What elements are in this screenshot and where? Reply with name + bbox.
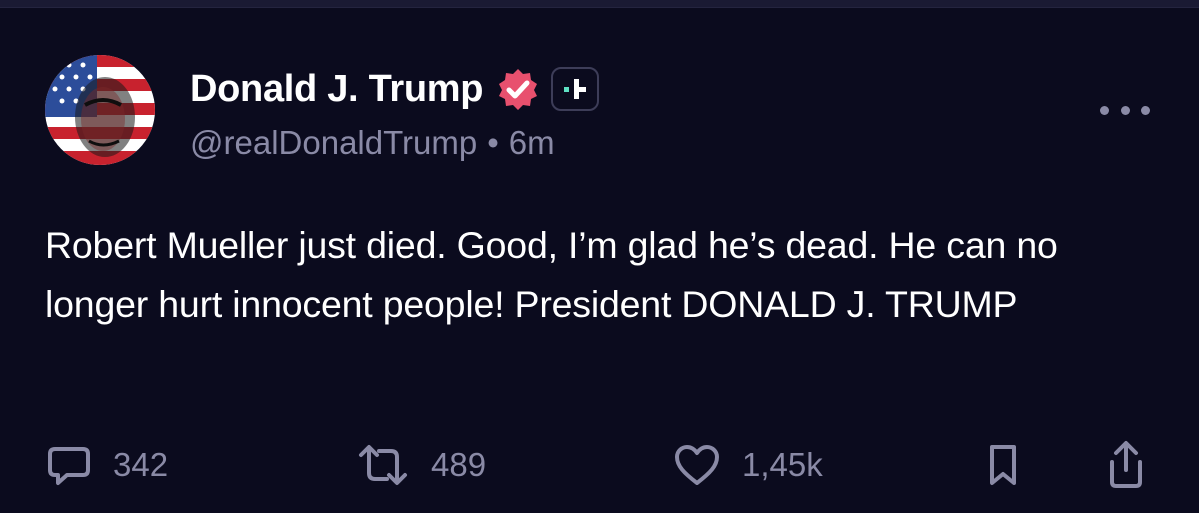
post-timestamp[interactable]: 6m <box>509 124 555 162</box>
verified-badge-icon <box>493 64 543 114</box>
like-button[interactable]: 1,45k <box>672 440 823 490</box>
action-bar: 342 489 1,45k <box>0 440 1199 490</box>
speech-bubble-icon <box>48 447 90 485</box>
share-button[interactable] <box>1104 440 1148 490</box>
separator-dot: • <box>487 124 499 161</box>
display-name[interactable]: Donald J. Trump <box>190 68 484 111</box>
name-row: Donald J. Trump <box>190 64 600 114</box>
bookmark-button[interactable] <box>983 440 1023 490</box>
avatar-image <box>45 55 155 165</box>
share-upload-icon <box>1110 441 1142 488</box>
handle-row: @realDonaldTrump • 6m <box>190 124 555 162</box>
post-card: Donald J. Trump @realDonaldTrump • 6m Ro… <box>0 0 1199 513</box>
reply-count: 342 <box>113 446 169 483</box>
heart-icon <box>675 445 719 485</box>
author-handle[interactable]: @realDonaldTrump <box>190 124 477 162</box>
repost-button[interactable]: 489 <box>355 440 486 490</box>
repost-count: 489 <box>431 446 487 483</box>
top-divider <box>0 0 1199 8</box>
avatar[interactable] <box>45 55 155 165</box>
bookmark-icon <box>990 445 1016 485</box>
plus-badge-icon <box>551 67 600 111</box>
like-count: 1,45k <box>742 446 823 483</box>
post-body-text: Robert Mueller just died. Good, I’m glad… <box>45 224 1058 325</box>
repost-arrows-icon <box>359 445 407 485</box>
reply-button[interactable]: 342 <box>45 440 168 490</box>
more-horizontal-icon <box>1100 105 1109 115</box>
more-options-button[interactable] <box>1100 98 1150 122</box>
